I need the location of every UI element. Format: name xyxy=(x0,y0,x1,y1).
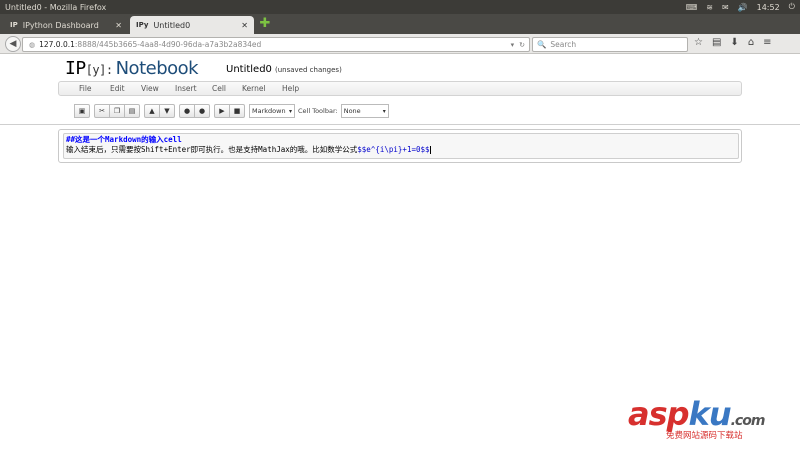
markdown-cell[interactable]: ##这是一个Markdown的输入cell 输入结束后，只需要按Shift+En… xyxy=(58,129,742,163)
watermark-subtitle: 免费网站源码下载站 xyxy=(666,431,743,441)
power-icon[interactable]: ⏻ xyxy=(789,2,795,12)
navigation-bar: ◀ ◍ 127.0.0.1:8888/445b3665-4aa8-4d90-96… xyxy=(0,34,800,54)
cell-type-select[interactable]: Markdown ▾ xyxy=(249,104,295,118)
stop-icon[interactable]: ■ xyxy=(229,104,245,118)
copy-icon[interactable]: ❐ xyxy=(109,104,125,118)
text-cursor xyxy=(429,146,431,154)
dropdown-arrow-icon[interactable]: ▾ xyxy=(511,41,515,49)
cell-line-2: 输入结束后，只需要按Shift+Enter即可执行。也是支持MathJax的哦。… xyxy=(66,145,736,155)
ipython-favicon-icon: IPy xyxy=(136,21,149,29)
watermark: aspku.com 免费网站源码下载站 xyxy=(628,395,796,447)
window-title: Untitled0 - Mozilla Firefox xyxy=(5,2,107,12)
cell-line-2-text: 输入结束后，只需要按Shift+Enter即可执行。也是支持MathJax的哦。… xyxy=(66,145,358,154)
volume-icon[interactable]: 🔊 xyxy=(738,3,748,12)
watermark-asp: asp xyxy=(628,395,690,433)
notebook-menubar: File Edit View Insert Cell Kernel Help xyxy=(58,81,742,96)
move-down-icon[interactable]: ▼ xyxy=(159,104,175,118)
search-bar[interactable]: 🔍 Search xyxy=(532,37,688,52)
reload-icon[interactable]: ↻ xyxy=(519,41,525,49)
search-placeholder: Search xyxy=(550,40,577,49)
close-icon[interactable]: ✕ xyxy=(241,21,248,30)
tab-ipython-dashboard[interactable]: IP IPython Dashboard ✕ xyxy=(4,16,128,34)
cell-toolbar-label: Cell Toolbar: xyxy=(298,107,338,115)
cell-editor[interactable]: ##这是一个Markdown的输入cell 输入结束后，只需要按Shift+En… xyxy=(63,133,739,159)
watermark-dot: .com xyxy=(730,413,766,429)
move-up-icon[interactable]: ▲ xyxy=(144,104,160,118)
insert-above-icon[interactable]: ● xyxy=(179,104,195,118)
new-tab-plus-icon[interactable]: ✚ xyxy=(258,17,272,31)
download-icon[interactable]: ⬇ xyxy=(730,37,738,48)
save-icon[interactable]: ▣ xyxy=(74,104,90,118)
notebook-name[interactable]: Untitled0 xyxy=(226,64,272,75)
clock[interactable]: 14:52 xyxy=(757,3,780,12)
tab-label: Untitled0 xyxy=(153,20,191,30)
bookmark-star-icon[interactable]: ☆ xyxy=(694,37,703,48)
url-host: 127.0.0.1 xyxy=(39,40,75,49)
system-tray: ⌨ ≋ ✉ 🔊 14:52 ⏻ xyxy=(686,2,795,12)
logo-y: [y]: xyxy=(85,63,113,77)
os-top-bar: Untitled0 - Mozilla Firefox ⌨ ≋ ✉ 🔊 14:5… xyxy=(0,0,800,14)
menu-edit[interactable]: Edit xyxy=(110,84,141,93)
run-icon[interactable]: ▶ xyxy=(214,104,230,118)
cell-line-2-math: $$e^{i\pi}+1=0$$ xyxy=(357,145,430,154)
menu-cell[interactable]: Cell xyxy=(212,84,242,93)
cell-line-1: ##这是一个Markdown的输入cell xyxy=(66,135,182,144)
search-icon: 🔍 xyxy=(537,40,547,49)
keyboard-icon[interactable]: ⌨ xyxy=(686,3,698,12)
url-bar[interactable]: ◍ 127.0.0.1:8888/445b3665-4aa8-4d90-96da… xyxy=(22,37,530,52)
mail-icon[interactable]: ✉ xyxy=(722,3,729,12)
menu-kernel[interactable]: Kernel xyxy=(242,84,282,93)
logo-notebook-word: Notebook xyxy=(115,58,199,79)
menu-insert[interactable]: Insert xyxy=(175,84,212,93)
tab-strip: IP IPython Dashboard ✕ IPy Untitled0 ✕ xyxy=(0,14,800,34)
chevron-down-icon: ▾ xyxy=(288,107,292,115)
url-path: :8888/445b3665-4aa8-4d90-96da-a7a3b2a834… xyxy=(74,40,262,49)
cell-type-value: Markdown xyxy=(252,107,286,115)
chevron-down-icon: ▾ xyxy=(382,107,386,115)
logo-ip: IP xyxy=(65,58,86,79)
menu-help[interactable]: Help xyxy=(282,84,312,93)
menu-file[interactable]: File xyxy=(79,84,110,93)
save-status: (unsaved changes) xyxy=(275,66,342,74)
tab-label: IPython Dashboard xyxy=(22,20,99,30)
paste-icon[interactable]: ▤ xyxy=(124,104,140,118)
notebook-page: IP[y]: Notebook Untitled0 (unsaved change… xyxy=(0,55,800,449)
bookmarks-list-icon[interactable]: ▤ xyxy=(712,37,721,48)
url-text[interactable]: 127.0.0.1:8888/445b3665-4aa8-4d90-96da-a… xyxy=(39,40,506,49)
insert-below-icon[interactable]: ● xyxy=(194,104,210,118)
cut-icon[interactable]: ✂ xyxy=(94,104,110,118)
back-arrow-icon[interactable]: ◀ xyxy=(5,36,21,52)
globe-icon: ◍ xyxy=(29,40,36,49)
nav-icons: ☆ ▤ ⬇ ⌂ ≡ xyxy=(694,37,772,48)
close-icon[interactable]: ✕ xyxy=(115,21,122,30)
ipython-logo[interactable]: IP[y]: Notebook xyxy=(65,58,199,79)
home-icon[interactable]: ⌂ xyxy=(748,37,754,48)
menu-view[interactable]: View xyxy=(141,84,175,93)
cell-toolbar-value: None xyxy=(343,107,361,115)
watermark-ku: ku xyxy=(688,395,732,433)
watermark-logo: aspku.com xyxy=(628,395,766,433)
menu-icon[interactable]: ≡ xyxy=(763,37,771,48)
notebook-toolbar: ▣ ✂ ❐ ▤ ▲ ▼ ● ● ▶ ■ Markdown ▾ Cell Toolb… xyxy=(74,102,389,120)
ipython-favicon-icon: IP xyxy=(10,21,18,29)
tab-untitled0[interactable]: IPy Untitled0 ✕ xyxy=(130,16,254,34)
cell-toolbar-select[interactable]: None ▾ xyxy=(340,104,389,118)
wifi-icon[interactable]: ≋ xyxy=(706,3,713,12)
